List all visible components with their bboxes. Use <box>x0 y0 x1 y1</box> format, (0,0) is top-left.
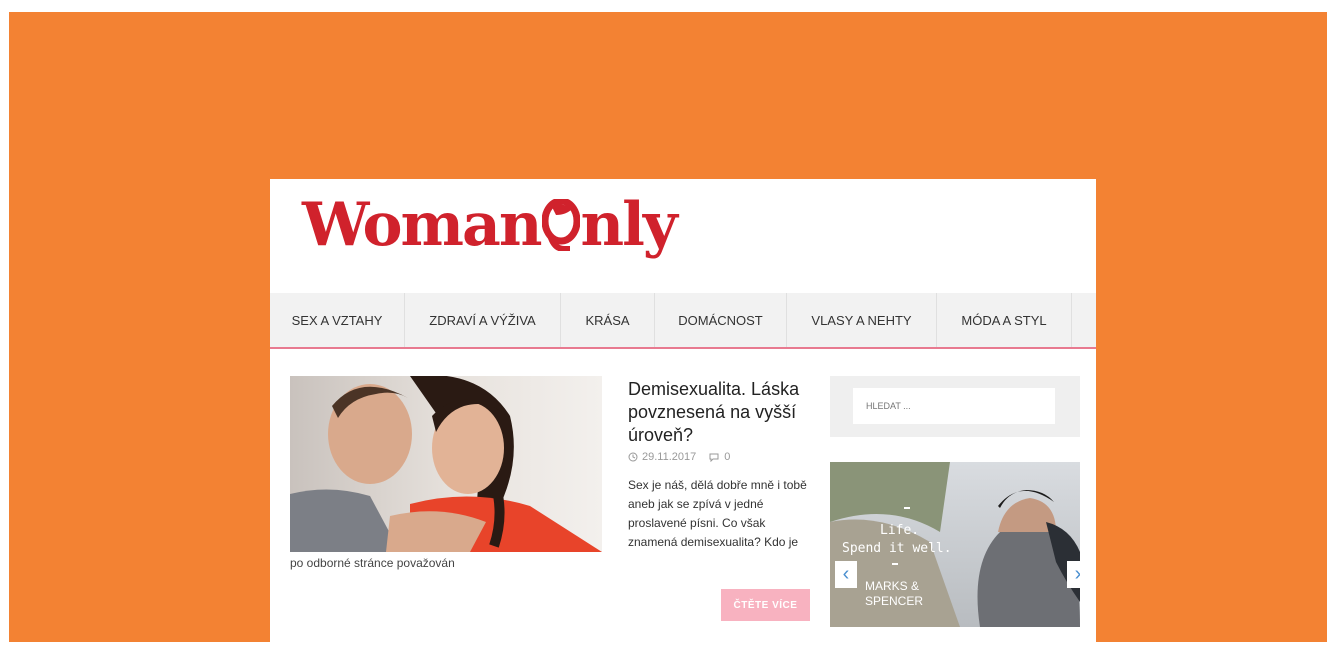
article-photo[interactable] <box>290 376 602 552</box>
nav-item-moda-a-styl[interactable]: MÓDA A STYL <box>937 293 1072 347</box>
ad-banner-carousel[interactable]: Life. Spend it well. MARKS & SPENCER ‹ › <box>830 462 1080 627</box>
nav-item-domacnost[interactable]: DOMÁCNOST <box>655 293 787 347</box>
read-more-button[interactable]: ČTĚTE VÍCE <box>721 589 810 621</box>
comment-count[interactable]: 0 <box>724 451 730 463</box>
orange-frame: Woman nly SEX A VZTAHY ZDRAVÍ A VÝŽIVA K… <box>9 12 1327 654</box>
carousel-prev-arrow-icon[interactable]: ‹ <box>835 561 857 588</box>
comment-icon <box>709 453 719 462</box>
ad-slogan-line1: Life. <box>880 523 919 538</box>
nav-item-krasa[interactable]: KRÁSA <box>561 293 655 347</box>
nav-item-sex-a-vztahy[interactable]: SEX A VZTAHY <box>270 293 405 347</box>
article-excerpt-overflow: po odborné stránce považován <box>290 556 455 570</box>
ad-brand-line1: MARKS & <box>865 579 919 593</box>
site-logo[interactable]: Woman nly <box>302 185 678 265</box>
ad-brand-line2: SPENCER <box>865 594 923 608</box>
marks-spencer-ad-image: Life. Spend it well. MARKS & SPENCER <box>830 462 1080 627</box>
couple-photo-image <box>290 376 602 552</box>
search-widget <box>830 376 1080 437</box>
clock-icon <box>628 452 638 462</box>
logo-text-woman: Woman <box>302 190 542 260</box>
article-meta: 29.11.2017 0 <box>628 451 730 463</box>
carousel-next-arrow-icon[interactable]: › <box>1067 561 1080 588</box>
ad-slogan-line2: Spend it well. <box>842 541 952 556</box>
website-screenshot: Woman nly SEX A VZTAHY ZDRAVÍ A VÝŽIVA K… <box>270 179 1096 654</box>
article-title[interactable]: Demisexualita. Láska povznesená na vyšší… <box>628 378 808 447</box>
search-input[interactable] <box>853 388 1055 424</box>
logo-text-nly: nly <box>580 190 678 260</box>
article-date: 29.11.2017 <box>642 451 697 463</box>
article-excerpt: Sex je náš, dělá dobře mně i tobě aneb j… <box>628 478 807 549</box>
nav-item-vlasy-a-nehty[interactable]: VLASY A NEHTY <box>787 293 937 347</box>
woman-head-logo-icon <box>541 199 580 251</box>
nav-item-zdravi-a-vyziva[interactable]: ZDRAVÍ A VÝŽIVA <box>405 293 561 347</box>
main-navigation: SEX A VZTAHY ZDRAVÍ A VÝŽIVA KRÁSA DOMÁC… <box>270 293 1096 349</box>
